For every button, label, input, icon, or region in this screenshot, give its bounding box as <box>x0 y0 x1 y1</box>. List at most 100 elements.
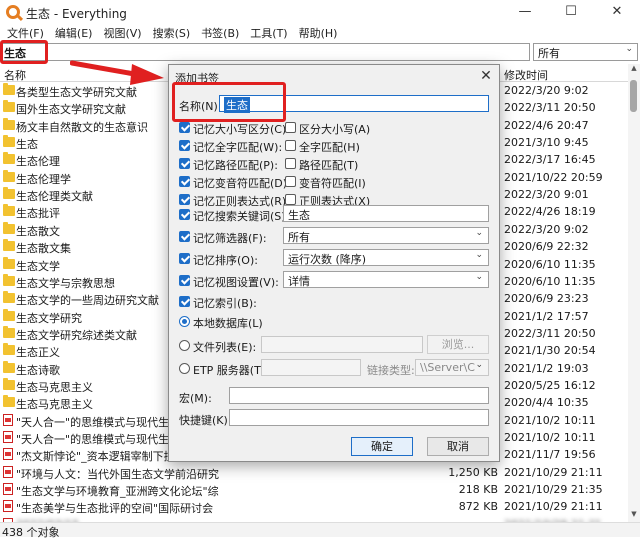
hotkey-input[interactable] <box>229 409 489 426</box>
remember-sort-checkbox[interactable] <box>179 253 190 264</box>
chevron-down-icon: ⌄ <box>625 44 633 54</box>
folder-icon <box>3 152 15 165</box>
hotkey-label: 快捷键(K): <box>179 414 232 427</box>
match-option-checkbox[interactable] <box>285 194 296 205</box>
etp-server-radio[interactable] <box>179 363 190 374</box>
remember-option-checkbox[interactable] <box>179 122 190 133</box>
file-modified-time: 2020/6/9 23:23 <box>504 292 589 306</box>
file-name: 生态文学研究综述类文献 <box>16 328 137 342</box>
column-modified[interactable]: 修改时间 <box>504 67 548 83</box>
dialog-close-button[interactable]: ✕ <box>477 67 495 85</box>
file-name: 各类型生态文学研究文献 <box>16 86 137 99</box>
etp-server-label: ETP 服务器(T): <box>193 364 269 377</box>
folder-icon <box>3 360 15 373</box>
cancel-button[interactable]: 取消 <box>427 437 489 456</box>
match-option-checkbox[interactable] <box>285 176 296 187</box>
view-dropdown[interactable]: 详情 ⌄ <box>283 271 489 288</box>
folder-icon <box>3 256 15 269</box>
remember-option-checkbox[interactable] <box>179 194 190 205</box>
file-modified-time: 2021/10/29 21:35 <box>504 483 603 497</box>
file-size: 1,250 KB <box>448 465 498 479</box>
minimize-button[interactable]: — <box>502 0 548 24</box>
close-button[interactable]: ✕ <box>594 0 640 24</box>
sort-dropdown[interactable]: 运行次数 (降序) ⌄ <box>283 249 489 266</box>
remember-keyword-label: 记忆搜索关键词(S): <box>193 210 290 223</box>
remember-filter-label: 记忆筛选器(F): <box>193 232 267 245</box>
remember-index-label: 记忆索引(B): <box>193 297 257 310</box>
pdf-file-icon <box>3 448 13 461</box>
file-name: "天人合一"的思维模式与现代生态伦 <box>16 415 192 429</box>
remember-option-label: 记忆正则表达式(R): <box>193 195 290 208</box>
file-size: 872 KB <box>458 500 498 514</box>
list-item[interactable]: "环境与人文：当代外国生态文学前沿研究 1,250 KB 2021/10/29 21… <box>0 464 628 481</box>
file-modified-time: 2022/3/11 20:50 <box>504 101 596 115</box>
menu-help[interactable]: 帮助(H) <box>295 24 345 42</box>
match-option-label: 全字匹配(H) <box>299 141 360 154</box>
remember-option-label: 记忆大小写区分(C): <box>193 123 290 136</box>
list-item[interactable]: "生态文学与环境教育_亚洲跨文化论坛"综 218 KB 2021/10/29 21:… <box>0 481 628 498</box>
menu-edit[interactable]: 编辑(E) <box>51 24 100 42</box>
file-modified-time: 2021/10/29 21:11 <box>504 465 603 479</box>
folder-icon <box>3 117 15 130</box>
filter-select[interactable]: 所有 ⌄ <box>533 43 638 61</box>
file-name: 生态文学 <box>16 259 60 273</box>
match-option-label: 变音符匹配(I) <box>299 177 366 190</box>
file-name: 生态文学的一些周边研究文献 <box>16 294 159 308</box>
file-modified-time: 2021/3/10 9:45 <box>504 136 589 150</box>
file-name: 生态马克思主义 <box>16 380 93 394</box>
remember-filter-checkbox[interactable] <box>179 231 190 242</box>
file-name: 生态文学与宗教思想 <box>16 276 115 290</box>
file-list-radio[interactable] <box>179 340 190 351</box>
etp-server-input[interactable] <box>261 359 361 376</box>
keyword-input[interactable]: 生态 <box>283 205 489 222</box>
menu-search[interactable]: 搜索(S) <box>149 24 198 42</box>
match-option-label: 路径匹配(T) <box>299 159 359 172</box>
folder-icon <box>3 83 15 95</box>
match-option-checkbox[interactable] <box>285 140 296 151</box>
file-modified-time: 2022/3/17 16:45 <box>504 153 596 167</box>
file-list-input[interactable] <box>261 336 423 353</box>
filter-dropdown[interactable]: 所有 ⌄ <box>283 227 489 244</box>
file-name: "环境与人文：当代外国生态文学前沿研究 <box>16 467 220 481</box>
link-type-dropdown[interactable]: \\Server\C ⌄ <box>415 359 489 376</box>
remember-keyword-checkbox[interactable] <box>179 209 190 220</box>
scroll-down-arrow-icon[interactable]: ▼ <box>628 510 640 522</box>
chevron-down-icon: ⌄ <box>475 228 483 238</box>
maximize-button[interactable]: ☐ <box>548 0 594 24</box>
folder-icon <box>3 377 15 390</box>
file-modified-time: 2022/3/11 20:50 <box>504 326 596 340</box>
file-name: 生态散文 <box>16 224 60 238</box>
column-name[interactable]: 名称 <box>4 67 26 83</box>
folder-icon <box>3 325 15 338</box>
folder-icon <box>3 395 15 408</box>
menu-tools[interactable]: 工具(T) <box>246 24 294 42</box>
local-database-radio[interactable] <box>179 316 190 327</box>
match-option-checkbox[interactable] <box>285 122 296 133</box>
menu-view[interactable]: 视图(V) <box>99 24 148 42</box>
remember-option-label: 记忆路径匹配(P): <box>193 159 278 172</box>
remember-option-label: 记忆变音符匹配(D): <box>193 177 291 190</box>
remember-index-checkbox[interactable] <box>179 296 190 307</box>
remember-option-checkbox[interactable] <box>179 176 190 187</box>
pdf-file-icon <box>3 431 13 443</box>
scroll-up-arrow-icon[interactable]: ▲ <box>628 64 640 76</box>
macro-input[interactable] <box>229 387 489 404</box>
file-modified-time: 2021/1/30 20:54 <box>504 344 596 358</box>
list-item[interactable]: "生态美学与生态批评的空间"国际研讨会 872 KB 2021/10/29 21:1… <box>0 498 628 515</box>
menu-bookmarks[interactable]: 书签(B) <box>197 24 246 42</box>
pdf-file-icon <box>3 413 13 426</box>
local-database-label: 本地数据库(L) <box>193 317 263 330</box>
file-modified-time: 2022/3/20 9:02 <box>504 222 589 236</box>
ok-button[interactable]: 确定 <box>351 437 413 456</box>
scrollbar-thumb[interactable] <box>630 80 637 112</box>
file-modified-time: 2022/3/20 9:01 <box>504 188 589 202</box>
remember-view-checkbox[interactable] <box>179 275 190 286</box>
vertical-scrollbar[interactable] <box>628 64 640 522</box>
browse-button[interactable]: 浏览... <box>427 335 489 354</box>
match-option-label: 区分大小写(A) <box>299 123 371 136</box>
file-name: 生态伦理学 <box>16 172 71 186</box>
remember-option-label: 记忆全字匹配(W): <box>193 141 283 154</box>
remember-option-checkbox[interactable] <box>179 140 190 151</box>
match-option-checkbox[interactable] <box>285 158 296 169</box>
remember-option-checkbox[interactable] <box>179 158 190 169</box>
